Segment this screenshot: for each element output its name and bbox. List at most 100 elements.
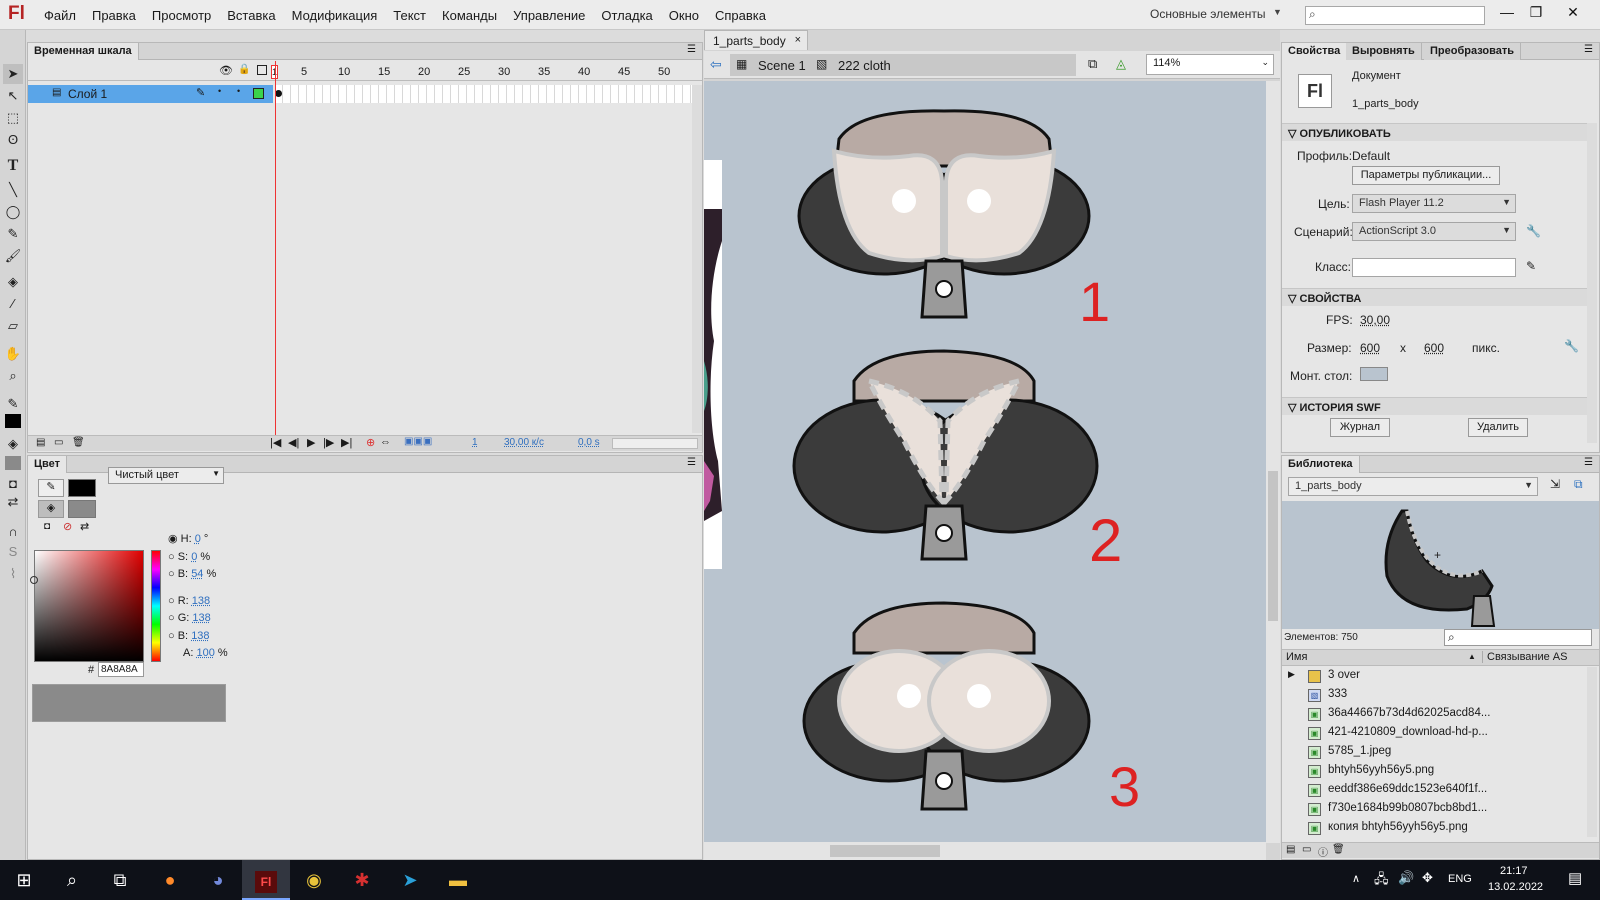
keyframe-dot[interactable] [275,90,282,97]
elapsed-time[interactable]: 0,0 s [578,437,600,448]
bl-value[interactable]: 138 [191,630,209,642]
lock-icon[interactable]: 🔒 [238,64,250,75]
class-input[interactable] [1352,258,1516,277]
b-radio[interactable]: ○ [168,568,175,580]
stroke-color-swatch[interactable] [5,414,21,428]
firefox-icon[interactable]: ● [146,860,194,900]
new-folder-icon[interactable]: ▭ [1302,844,1311,855]
panel-menu-icon[interactable]: ☰ [1584,457,1593,468]
swap-colors-icon[interactable]: ⇄ [80,520,89,533]
timeline-hscroll[interactable] [612,438,698,449]
search-icon[interactable]: ⌕ [48,860,96,900]
library-item[interactable]: ▣ 36a44667b73d4d62025acd84... [1282,705,1587,724]
properties-section-header[interactable]: ▽ СВОЙСТВА [1282,288,1587,306]
volume-icon[interactable]: 🔊 [1398,870,1414,886]
tab-library[interactable]: Библиотека [1282,456,1360,473]
target-select[interactable]: Flash Player 11.2 ▼ [1352,194,1516,213]
eye-icon[interactable]: 👁 [219,64,233,77]
stage-color-swatch[interactable] [1360,367,1388,381]
menu-insert[interactable]: Вставка [219,8,283,23]
language-indicator[interactable]: ENG [1448,873,1472,885]
new-folder-icon[interactable]: ▭ [54,437,63,448]
fruit-app-icon[interactable]: ✱ [338,860,386,900]
outline-icon[interactable] [257,65,267,75]
discord-icon[interactable]: ◕ [194,860,242,900]
breadcrumb-scene[interactable]: Scene 1 [758,58,806,73]
onion-skin-icon[interactable]: ▣▣▣ [404,436,432,447]
stroke-color-swatch[interactable] [68,479,96,497]
new-layer-icon[interactable]: ▤ [36,437,45,448]
menu-text[interactable]: Текст [385,8,434,23]
color-spectrum[interactable] [34,550,144,662]
scroll-thumb[interactable] [1268,471,1278,621]
chevron-down-icon[interactable]: ▼ [1273,7,1282,17]
stage-hscrollbar[interactable] [704,842,1266,860]
properties-icon[interactable]: ⓘ [1318,844,1328,859]
selection-tool-icon[interactable]: ➤ [3,64,23,84]
tab-color[interactable]: Цвет [28,456,68,473]
layer-row[interactable]: ▤ Слой 1 ✎ • • [28,85,702,103]
current-frame[interactable]: 1 [472,437,478,448]
library-item[interactable]: ▶ 3 over [1282,667,1587,686]
straighten-icon[interactable]: ⌇ [3,564,23,584]
log-button[interactable]: Журнал [1330,418,1390,437]
oval-tool-icon[interactable]: ◯ [3,202,23,222]
breadcrumb-symbol[interactable]: 222 cloth [838,58,891,73]
zoom-select[interactable]: 114% ⌄ [1146,54,1274,75]
default-colors-icon[interactable]: ◘ [44,521,50,532]
fps-value[interactable]: 30,00 [1360,313,1390,327]
back-arrow-icon[interactable]: ⇦ [710,56,722,73]
text-tool-icon[interactable]: T [3,156,23,176]
menu-edit[interactable]: Правка [84,8,144,23]
last-frame-icon[interactable]: ▶| [341,436,352,449]
paint-bucket-tool-icon[interactable]: ◈ [3,272,23,292]
hex-input[interactable]: 8A8A8A [98,662,144,677]
smooth-icon[interactable]: S [3,542,23,562]
clock-time[interactable]: 21:17 [1500,865,1528,877]
panel-menu-icon[interactable]: ☰ [1584,44,1593,55]
lasso-tool-icon[interactable]: ʘ [3,130,23,150]
minimize-button[interactable]: — [1494,2,1520,24]
menu-window[interactable]: Окно [661,8,707,23]
edit-class-icon[interactable]: ✎ [1526,259,1536,273]
fill-color-icon[interactable]: ◈ [3,434,23,454]
wrench-icon[interactable]: 🔧 [1526,224,1541,238]
delete-button[interactable]: Удалить [1468,418,1528,437]
pin-library-icon[interactable]: ⇲ [1550,477,1560,491]
column-name[interactable]: Имя [1286,651,1307,663]
drawing-3[interactable] [802,601,1091,811]
playhead[interactable] [275,61,276,436]
frame-cells[interactable] [275,85,695,103]
r-radio[interactable]: ○ [168,595,175,607]
help-search-input[interactable]: ⌕ [1305,6,1485,25]
tab-document[interactable]: 1_parts_body × [704,30,808,50]
library-item[interactable]: ▧ 333 [1282,686,1587,705]
delete-layer-icon[interactable]: 🗑 [72,437,85,448]
timeline-scrollbar[interactable] [692,85,702,433]
library-scrollbar[interactable] [1587,667,1597,837]
layer-color-swatch[interactable] [253,88,264,99]
library-search-input[interactable]: ⌕ [1444,629,1592,646]
fill-color-swatch[interactable] [5,456,21,470]
pencil-tool-icon[interactable]: ✎ [3,224,23,244]
explorer-icon[interactable]: ▬ [434,860,482,900]
fill-bucket-icon[interactable]: ◈ [38,500,64,518]
close-window-button[interactable]: ✕ [1560,2,1586,24]
task-view-icon[interactable]: ⧉ [96,860,144,900]
width-value[interactable]: 600 [1360,341,1380,355]
notifications-icon[interactable]: ▤ [1568,869,1582,887]
layer-name[interactable]: Слой 1 [68,87,107,101]
tab-properties[interactable]: Свойства [1282,43,1348,60]
menu-control[interactable]: Управление [505,8,593,23]
bl-radio[interactable]: ○ [168,630,175,642]
edit-scene-icon[interactable]: ⧉ [1088,56,1097,72]
windows-start-icon[interactable]: ⊞ [0,860,48,900]
color-picker-cursor[interactable] [30,576,38,584]
stroke-color-icon[interactable]: ✎ [3,394,23,414]
g-value[interactable]: 138 [192,612,210,624]
h-radio[interactable]: ◉ [168,533,178,545]
swf-history-section-header[interactable]: ▽ ИСТОРИЯ SWF [1282,397,1587,415]
tab-transform[interactable]: Преобразовать [1424,43,1522,60]
fill-color-swatch[interactable] [68,500,96,518]
tab-timeline[interactable]: Временная шкала [28,43,139,60]
